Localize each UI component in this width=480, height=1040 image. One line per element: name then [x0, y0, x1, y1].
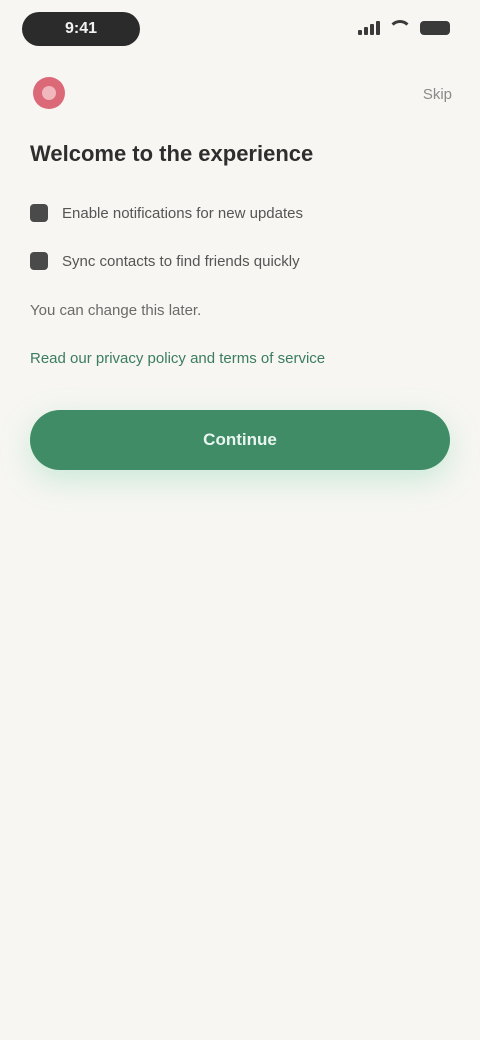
continue-button[interactable]: Continue: [30, 410, 450, 470]
header: Skip: [0, 66, 480, 126]
checkbox-icon[interactable]: [30, 204, 48, 222]
wifi-icon: [388, 20, 412, 35]
status-bar: 9:41: [0, 0, 480, 60]
page-title: Welcome to the experience: [30, 141, 314, 166]
option-sync-contacts[interactable]: Sync contacts to find friends quickly: [30, 244, 450, 278]
status-time: 9:41: [22, 12, 140, 46]
main-content: Welcome to the experience Enable notific…: [30, 138, 450, 370]
privacy-link[interactable]: Read our privacy policy and terms of ser…: [30, 348, 450, 370]
option-notifications[interactable]: Enable notifications for new updates: [30, 196, 450, 230]
status-icons: [358, 20, 450, 35]
skip-button[interactable]: Skip: [423, 86, 452, 103]
option-label: Sync contacts to find friends quickly: [62, 252, 300, 270]
checkbox-icon[interactable]: [30, 252, 48, 270]
signal-icon: [358, 20, 380, 35]
battery-icon: [420, 20, 450, 35]
helper-note: You can change this later.: [30, 302, 202, 319]
app-logo-icon: [33, 77, 65, 109]
option-label: Enable notifications for new updates: [62, 204, 303, 222]
